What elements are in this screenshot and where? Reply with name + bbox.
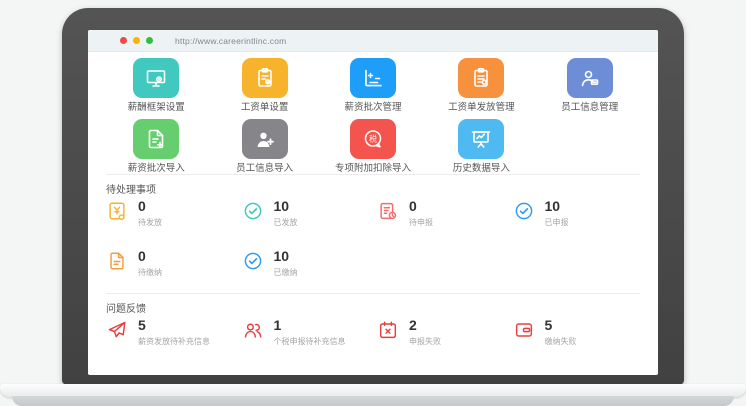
stat-label: 已发放 bbox=[274, 217, 298, 228]
document-plus-icon[interactable] bbox=[133, 119, 179, 159]
window-controls bbox=[120, 37, 153, 44]
tile-history-data-import[interactable]: 历史数据导入 bbox=[427, 119, 535, 174]
stat-value: 0 bbox=[138, 249, 162, 264]
stat-label: 已缴纳 bbox=[274, 267, 298, 278]
tile-empty bbox=[536, 119, 644, 174]
people-icon bbox=[242, 319, 264, 341]
chart-plus-minus-icon[interactable] bbox=[350, 58, 396, 98]
tile-payslip-distribution-management[interactable]: 工资单发放管理 bbox=[427, 58, 535, 113]
laptop-mockup: http://www.careerintlinc.com 薪酬框架设置 bbox=[0, 0, 746, 406]
stat-label: 个税申报待补充信息 bbox=[274, 336, 346, 347]
tile-salary-batch-import[interactable]: 薪资批次导入 bbox=[102, 119, 210, 174]
tile-label: 员工信息导入 bbox=[236, 163, 293, 174]
stat-value: 0 bbox=[138, 199, 162, 214]
tile-label: 工资单设置 bbox=[241, 102, 289, 113]
tile-label: 历史数据导入 bbox=[453, 163, 510, 174]
laptop-base-lip bbox=[12, 396, 734, 406]
browser-window: http://www.careerintlinc.com 薪酬框架设置 bbox=[88, 30, 658, 375]
tile-label: 工资单发放管理 bbox=[448, 102, 515, 113]
tile-salary-framework-settings[interactable]: 薪酬框架设置 bbox=[102, 58, 210, 113]
feedback-tax-supplement[interactable]: 1 个税申报待补充信息 bbox=[242, 318, 378, 354]
tile-label: 薪资批次管理 bbox=[344, 102, 401, 113]
clipboard-gear-icon[interactable] bbox=[242, 58, 288, 98]
document-icon bbox=[106, 250, 128, 272]
address-bar[interactable]: http://www.careerintlinc.com bbox=[175, 36, 286, 46]
stat-distributed[interactable]: 10 已发放 bbox=[242, 199, 378, 235]
stat-declared[interactable]: 10 已申报 bbox=[513, 199, 649, 235]
stat-value: 10 bbox=[545, 199, 569, 214]
stat-paid[interactable]: 10 已缴纳 bbox=[242, 249, 378, 285]
feedback-declaration-failed[interactable]: 2 申报失败 bbox=[377, 318, 513, 354]
stat-label: 缴纳失败 bbox=[545, 336, 577, 347]
stat-label: 已申报 bbox=[545, 217, 569, 228]
feedback-section-title: 问题反馈 bbox=[88, 294, 658, 314]
person-plus-icon[interactable] bbox=[242, 119, 288, 159]
stat-label: 待缴纳 bbox=[138, 267, 162, 278]
tile-payslip-settings[interactable]: 工资单设置 bbox=[210, 58, 318, 113]
stat-value: 10 bbox=[274, 249, 298, 264]
svg-text:税: 税 bbox=[369, 134, 377, 144]
minimize-window-icon[interactable] bbox=[133, 37, 140, 44]
stat-value: 1 bbox=[274, 318, 346, 333]
person-card-icon[interactable] bbox=[567, 58, 613, 98]
document-clock-icon bbox=[377, 200, 399, 222]
yen-document-icon bbox=[106, 200, 128, 222]
pending-stats-grid: 0 待发放 10 已发放 bbox=[88, 195, 658, 293]
tile-label: 薪酬框架设置 bbox=[128, 102, 185, 113]
browser-bar: http://www.careerintlinc.com bbox=[88, 30, 658, 52]
tile-employee-info-import[interactable]: 员工信息导入 bbox=[210, 119, 318, 174]
stat-pending-payment[interactable]: 0 待缴纳 bbox=[106, 249, 242, 285]
stat-value: 2 bbox=[409, 318, 441, 333]
tax-bubble-icon[interactable]: 税 bbox=[350, 119, 396, 159]
stat-label: 薪资发放待补充信息 bbox=[138, 336, 210, 347]
feedback-grid: 5 薪资发放待补充信息 1 个 bbox=[88, 314, 658, 362]
paper-plane-icon bbox=[106, 319, 128, 341]
pending-section-title: 待处理事项 bbox=[88, 175, 658, 195]
monitor-gear-icon[interactable] bbox=[133, 58, 179, 98]
dashboard-content: 薪酬框架设置 工资单设置 bbox=[88, 52, 658, 374]
clipboard-list-icon[interactable] bbox=[458, 58, 504, 98]
check-circle-icon bbox=[242, 200, 264, 222]
tile-salary-batch-management[interactable]: 薪资批次管理 bbox=[319, 58, 427, 113]
stat-pending-declaration[interactable]: 0 待申报 bbox=[377, 199, 513, 235]
check-circle-icon bbox=[513, 200, 535, 222]
tile-label: 薪资批次导入 bbox=[128, 163, 185, 174]
stat-label: 待申报 bbox=[409, 217, 433, 228]
stat-value: 5 bbox=[545, 318, 577, 333]
feedback-payout-supplement[interactable]: 5 薪资发放待补充信息 bbox=[106, 318, 242, 354]
stat-value: 5 bbox=[138, 318, 210, 333]
tile-label: 员工信息管理 bbox=[561, 102, 618, 113]
tile-special-deduction-import[interactable]: 税 专项附加扣除导入 bbox=[319, 119, 427, 174]
presentation-chart-icon[interactable] bbox=[458, 119, 504, 159]
feedback-payment-failed[interactable]: 5 缴纳失败 bbox=[513, 318, 649, 354]
calendar-x-icon bbox=[377, 319, 399, 341]
close-window-icon[interactable] bbox=[120, 37, 127, 44]
app-tile-grid: 薪酬框架设置 工资单设置 bbox=[88, 52, 658, 174]
maximize-window-icon[interactable] bbox=[146, 37, 153, 44]
stat-label: 待发放 bbox=[138, 217, 162, 228]
stat-value: 0 bbox=[409, 199, 433, 214]
check-circle-icon bbox=[242, 250, 264, 272]
tile-label: 专项附加扣除导入 bbox=[335, 163, 411, 174]
wallet-icon bbox=[513, 319, 535, 341]
stat-pending-payout[interactable]: 0 待发放 bbox=[106, 199, 242, 235]
stat-label: 申报失败 bbox=[409, 336, 441, 347]
tile-employee-info-management[interactable]: 员工信息管理 bbox=[536, 58, 644, 113]
stat-value: 10 bbox=[274, 199, 298, 214]
